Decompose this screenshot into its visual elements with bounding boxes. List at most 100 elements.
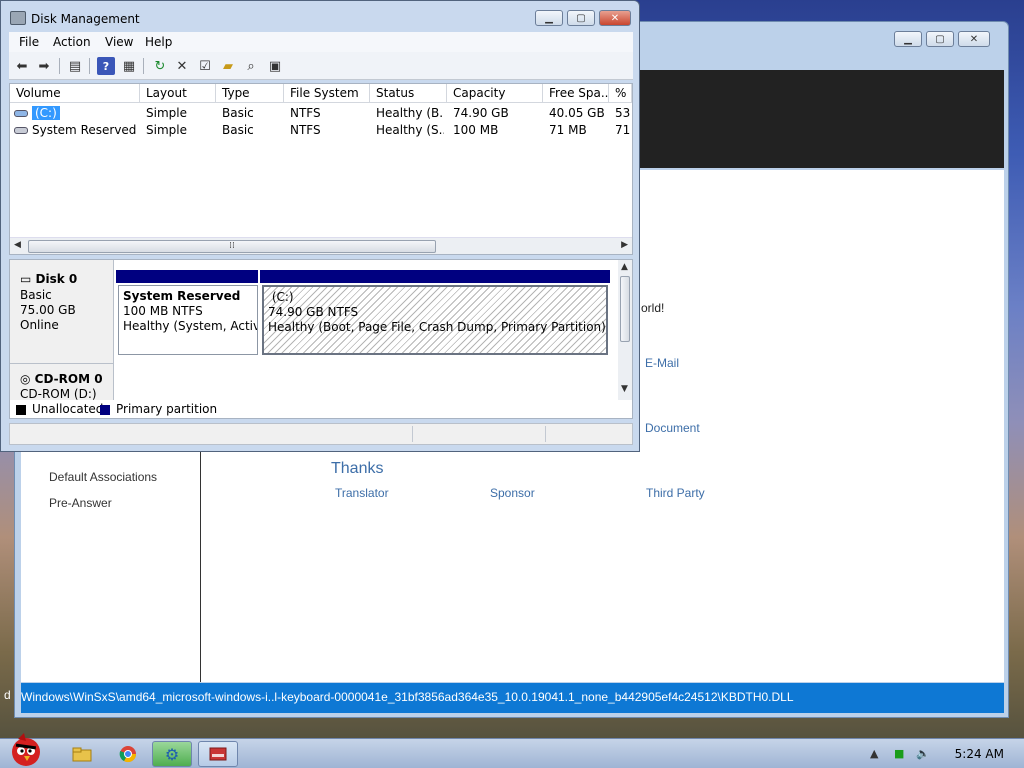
volume-status: Healthy (B... <box>376 106 444 120</box>
bg-minimize-button[interactable]: ▁ <box>894 31 922 47</box>
app-taskbar-icon[interactable] <box>198 741 238 767</box>
disk-0-state: Online <box>20 318 59 332</box>
column-header-volume[interactable]: Volume <box>10 84 140 103</box>
checklist-icon[interactable]: ☑ <box>196 57 214 75</box>
scroll-left-icon[interactable]: ◀ <box>14 240 21 250</box>
drive-icon <box>14 127 28 134</box>
scroll-right-icon[interactable]: ▶ <box>621 240 628 250</box>
chrome-icon[interactable] <box>108 741 148 767</box>
cdrom-0-label: CD-ROM 0 <box>34 372 103 386</box>
volume-name[interactable]: (C:) <box>32 106 60 120</box>
partial-heading-text: orld! <box>641 301 665 315</box>
menu-view[interactable]: View <box>105 35 133 49</box>
email-link[interactable]: E-Mail <box>645 356 679 370</box>
maximize-button[interactable]: ▢ <box>567 10 595 26</box>
disk-0-type: Basic <box>20 288 52 302</box>
open-icon[interactable]: ▰ <box>219 57 237 75</box>
minimize-button[interactable]: ▁ <box>535 10 563 26</box>
disk-0-label: Disk 0 <box>35 272 78 286</box>
delete-icon[interactable]: ✕ <box>173 57 191 75</box>
bg-close-button[interactable]: ✕ <box>958 31 990 47</box>
document-link[interactable]: Document <box>645 421 700 435</box>
volume-name[interactable]: System Reserved <box>32 123 136 137</box>
toolbar-separator <box>89 58 90 74</box>
settings-icon[interactable]: ▣ <box>266 57 284 75</box>
legend: Unallocated Primary partition <box>10 401 632 419</box>
disk-0-header[interactable]: ▭ Disk 0 Basic 75.00 GB Online <box>10 260 114 364</box>
bg-statusbar: Windows\WinSxS\amd64_microsoft-windows-i… <box>21 683 1004 713</box>
column-header-layout[interactable]: Layout <box>140 84 216 103</box>
show-hide-tree-icon[interactable]: ▤ <box>66 57 84 75</box>
partition-name: System Reserved <box>123 289 241 303</box>
volume-list: Volume Layout Type File System Status Ca… <box>9 83 633 255</box>
vertical-scrollbar[interactable]: ▲ ▼ <box>618 260 632 400</box>
taskbar-clock[interactable]: 5:24 AM <box>955 747 1004 761</box>
forward-icon[interactable]: ➡ <box>35 57 53 75</box>
column-header-free-space[interactable]: Free Spa... <box>543 84 609 103</box>
taskbar: ⚙ ▲ ■ 🔈 5:24 AM <box>0 733 1024 768</box>
volume-layout: Simple <box>146 123 187 137</box>
volume-capacity: 100 MB <box>453 123 499 137</box>
refresh-icon[interactable]: ↻ <box>151 57 169 75</box>
status-segment <box>545 426 546 442</box>
scroll-up-icon[interactable]: ▲ <box>621 262 628 272</box>
translator-link[interactable]: Translator <box>335 486 389 500</box>
sidebar-item-pre-answer[interactable]: Pre-Answer <box>49 496 112 510</box>
scroll-thumb[interactable] <box>620 276 630 342</box>
volume-free: 71 MB <box>549 123 587 137</box>
help-icon[interactable]: ? <box>97 57 115 75</box>
cd-drive-icon: ◎ <box>20 372 35 386</box>
menu-file[interactable]: File <box>19 35 39 49</box>
toolbar: ⬅ ➡ ▤ ? ▦ ↻ ✕ ☑ ▰ ⌕ ▣ <box>9 52 633 80</box>
column-header-status[interactable]: Status <box>370 84 447 103</box>
partition-status: Healthy (Boot, Page File, Crash Dump, Pr… <box>268 320 606 334</box>
scroll-thumb[interactable]: ⁞⁞ <box>28 240 436 253</box>
volume-fs: NTFS <box>290 123 321 137</box>
status-segment <box>412 426 413 442</box>
third-party-link[interactable]: Third Party <box>646 486 705 500</box>
partition-size: 100 MB NTFS <box>123 304 203 318</box>
volume-pct-free: 71 <box>615 123 631 137</box>
menubar: File Action View Help <box>9 32 633 52</box>
back-icon[interactable]: ⬅ <box>13 57 31 75</box>
sidebar-item-default-associations[interactable]: Default Associations <box>49 470 157 484</box>
disk-0-size: 75.00 GB <box>20 303 76 317</box>
search-icon[interactable]: ⌕ <box>242 57 260 75</box>
properties-icon[interactable]: ▦ <box>120 57 138 75</box>
volume-fs: NTFS <box>290 106 321 120</box>
volume-icon[interactable]: 🔈 <box>916 747 930 760</box>
horizontal-scrollbar[interactable]: ◀ ⁞⁞ ▶ <box>10 237 632 254</box>
sponsor-link[interactable]: Sponsor <box>490 486 535 500</box>
angry-bird-icon <box>12 733 40 766</box>
dm-statusbar <box>9 423 633 445</box>
cdrom-0-header[interactable]: ◎ CD-ROM 0 CD-ROM (D:) <box>10 364 114 401</box>
column-header-capacity[interactable]: Capacity <box>447 84 543 103</box>
toolbar-separator <box>143 58 144 74</box>
partition-name: (C:) <box>268 290 602 305</box>
start-button[interactable] <box>4 733 48 767</box>
legend-primary: Primary partition <box>116 402 218 416</box>
volume-capacity: 74.90 GB <box>453 106 509 120</box>
disk-graphical-view: ▭ Disk 0 Basic 75.00 GB Online System Re… <box>9 259 633 419</box>
close-button[interactable]: ✕ <box>599 10 631 26</box>
partition-c[interactable]: (C:) 74.90 GB NTFS Healthy (Boot, Page F… <box>262 285 608 355</box>
column-header-type[interactable]: Type <box>216 84 284 103</box>
status-prefix-char: d <box>4 688 11 702</box>
partition-system-reserved[interactable]: System Reserved 100 MB NTFS Healthy (Sys… <box>118 285 258 355</box>
disk-management-taskbar-icon[interactable]: ⚙ <box>152 741 192 767</box>
primary-swatch <box>100 405 110 415</box>
menu-action[interactable]: Action <box>53 35 91 49</box>
menu-help[interactable]: Help <box>145 35 172 49</box>
volume-pct-free: 53 <box>615 106 631 120</box>
bg-maximize-button[interactable]: ▢ <box>926 31 954 47</box>
explorer-icon[interactable] <box>62 741 102 767</box>
scroll-down-icon[interactable]: ▼ <box>621 384 628 394</box>
drive-icon <box>14 110 28 117</box>
network-icon[interactable]: ■ <box>894 747 904 760</box>
volume-free: 40.05 GB <box>549 106 605 120</box>
column-header-file-system[interactable]: File System <box>284 84 370 103</box>
partition-size: 74.90 GB NTFS <box>268 305 359 319</box>
gears-icon: ⚙ <box>164 744 180 764</box>
show-hidden-icons[interactable]: ▲ <box>870 747 878 760</box>
column-header-percent-free[interactable]: % F <box>609 84 632 103</box>
